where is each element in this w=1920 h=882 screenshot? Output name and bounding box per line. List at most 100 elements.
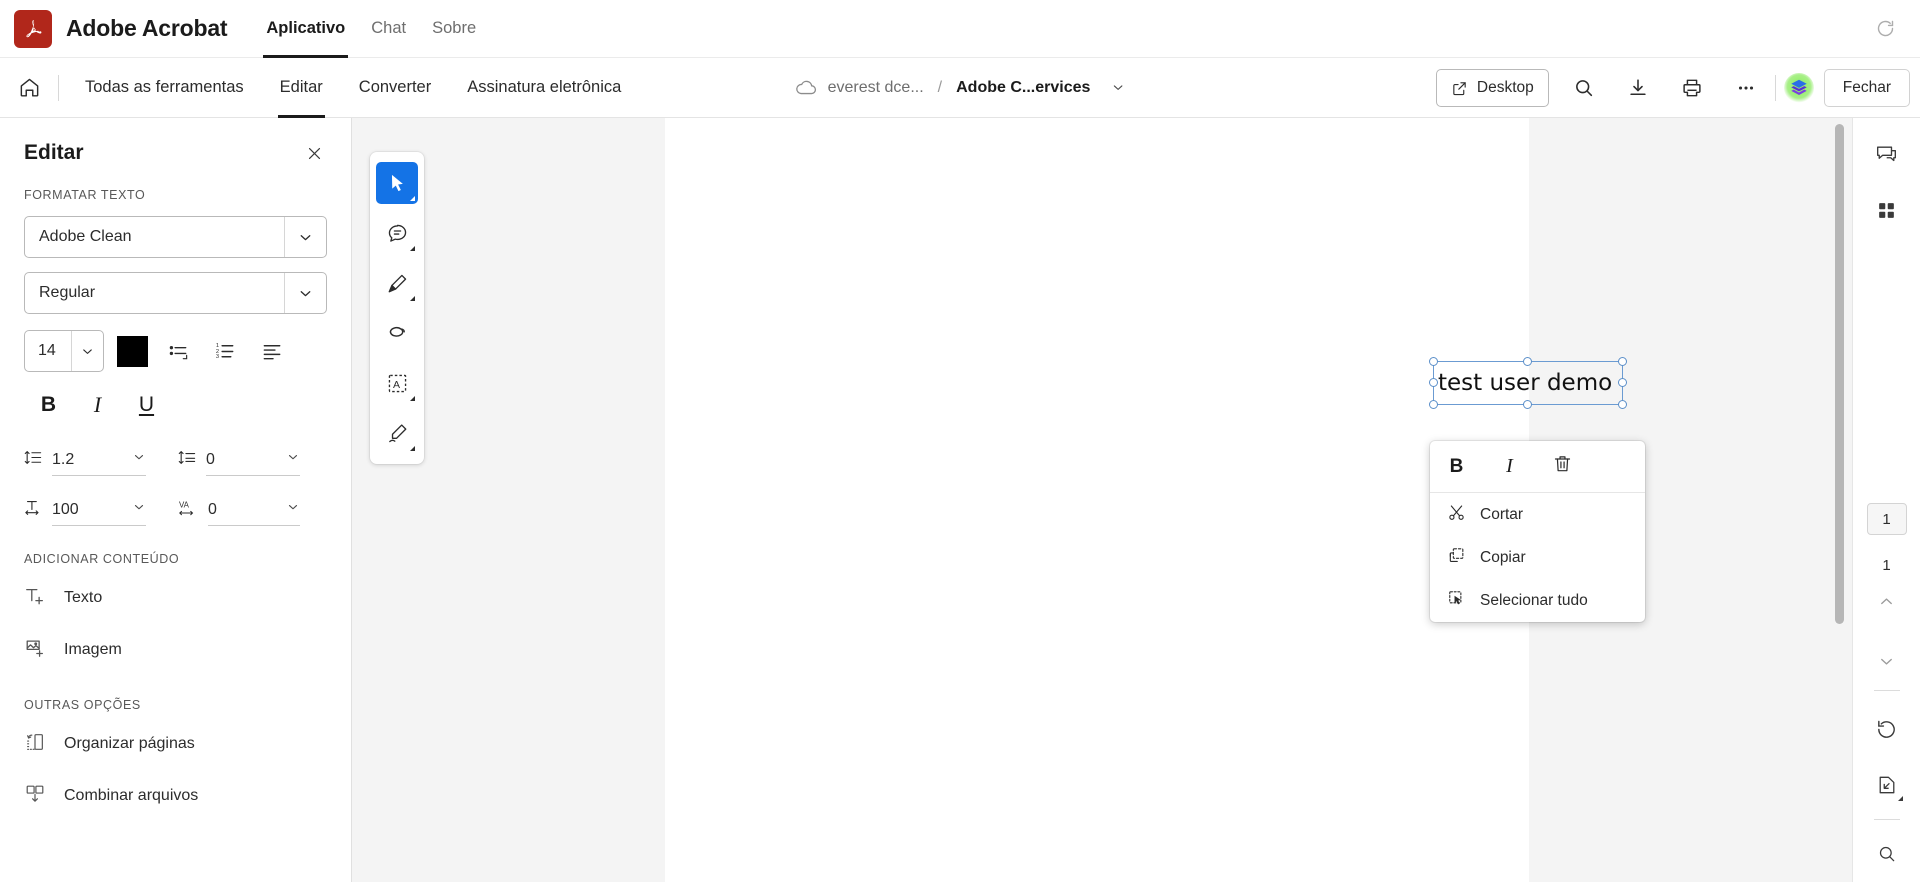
- rotate-icon[interactable]: [1865, 707, 1909, 751]
- ctx-italic-button[interactable]: I: [1483, 441, 1536, 493]
- tab-editar[interactable]: Editar: [262, 58, 341, 118]
- resize-handle-bottom-right[interactable]: [1618, 400, 1627, 409]
- add-text-icon: [24, 585, 46, 612]
- select-cursor-icon[interactable]: [376, 162, 418, 204]
- selected-text-object[interactable]: test user demo: [1429, 357, 1627, 409]
- page-thumbnails-icon[interactable]: [1865, 188, 1909, 232]
- horizontal-scale-input[interactable]: 100: [52, 494, 146, 526]
- paragraph-spacing-value: 0: [206, 450, 215, 468]
- sign-pen-icon[interactable]: [376, 412, 418, 454]
- zoom-control-icon[interactable]: [1865, 832, 1909, 876]
- refresh-icon[interactable]: [1868, 12, 1902, 46]
- numbered-list-icon[interactable]: 123: [208, 334, 242, 368]
- paragraph-spacing-field[interactable]: 0: [178, 444, 300, 476]
- document-scrollbar-thumb[interactable]: [1835, 124, 1844, 624]
- document-scrollbar-track[interactable]: [1835, 118, 1848, 882]
- add-image-item[interactable]: Imagem: [0, 624, 351, 676]
- current-page-input[interactable]: 1: [1866, 503, 1907, 535]
- annotation-toolstrip: A: [370, 152, 424, 464]
- selected-text-content: test user demo: [1438, 370, 1613, 396]
- spacing-row-2: 100 VA 0: [24, 494, 327, 526]
- resize-handle-top-left[interactable]: [1429, 357, 1438, 366]
- brand-nav-aplicativo[interactable]: Aplicativo: [253, 0, 358, 58]
- tool-caret: [410, 246, 415, 251]
- total-pages-label: 1: [1882, 557, 1891, 574]
- resize-handle-bottom-center[interactable]: [1523, 400, 1532, 409]
- breadcrumb-filename[interactable]: Adobe C...ervices: [956, 79, 1090, 97]
- brand-nav-sobre[interactable]: Sobre: [419, 0, 489, 58]
- letter-spacing-value: 0: [208, 500, 217, 518]
- font-size-row: 14 123: [24, 330, 327, 372]
- bulleted-list-icon[interactable]: [161, 334, 195, 368]
- format-controls: Adobe Clean Regular 14 1 2 3 B I U 1.2 0…: [0, 216, 351, 526]
- horizontal-scale-field[interactable]: 100: [24, 494, 146, 526]
- tab-assinatura-eletronica[interactable]: Assinatura eletrônica: [449, 58, 639, 118]
- home-icon[interactable]: [8, 67, 50, 109]
- ctx-copy-item[interactable]: Copiar: [1430, 536, 1645, 579]
- ctx-copy-label: Copiar: [1480, 548, 1526, 566]
- other-options-label: OUTRAS OPÇÕES: [24, 698, 141, 712]
- breadcrumb-folder[interactable]: everest dce...: [828, 79, 924, 97]
- user-avatar-icon[interactable]: [1783, 73, 1814, 103]
- brand-nav-chat[interactable]: Chat: [358, 0, 419, 58]
- tool-caret: [410, 396, 415, 401]
- combine-files-label: Combinar arquivos: [64, 787, 199, 804]
- search-icon[interactable]: [1563, 67, 1605, 109]
- comment-panel-icon[interactable]: [1865, 132, 1909, 176]
- desktop-button-label: Desktop: [1476, 79, 1534, 96]
- ctx-select-all-item[interactable]: Selecionar tudo: [1430, 579, 1645, 622]
- organize-pages-item[interactable]: Organizar páginas: [0, 718, 351, 770]
- resize-handle-bottom-left[interactable]: [1429, 400, 1438, 409]
- text-color-swatch[interactable]: [117, 335, 148, 367]
- edit-panel: Editar FORMATAR TEXTO Adobe Clean Regula…: [0, 118, 352, 882]
- lasso-draw-icon[interactable]: [376, 312, 418, 354]
- previous-page-button[interactable]: [1867, 584, 1907, 618]
- italic-button[interactable]: I: [73, 384, 122, 426]
- line-spacing-field[interactable]: 1.2: [24, 444, 146, 476]
- bold-button[interactable]: B: [24, 384, 73, 426]
- fit-page-icon[interactable]: [1865, 763, 1909, 807]
- tab-converter[interactable]: Converter: [341, 58, 449, 118]
- resize-handle-top-center[interactable]: [1523, 357, 1532, 366]
- font-size-value: 14: [38, 342, 56, 359]
- add-text-item[interactable]: Texto: [0, 572, 351, 624]
- highlighter-icon[interactable]: [376, 262, 418, 304]
- ctx-cut-item[interactable]: Cortar: [1430, 493, 1645, 536]
- next-page-button[interactable]: [1867, 644, 1907, 678]
- horizontal-scale-icon: [24, 498, 43, 522]
- resize-handle-top-right[interactable]: [1618, 357, 1627, 366]
- font-style-value: Regular: [39, 284, 96, 301]
- line-spacing-input[interactable]: 1.2: [52, 444, 146, 476]
- tool-tabs: Todas as ferramentas Editar Converter As…: [67, 58, 639, 118]
- font-size-select[interactable]: 14: [24, 330, 104, 372]
- paragraph-spacing-input[interactable]: 0: [206, 444, 300, 476]
- document-viewport[interactable]: test user demo B I Cortar Copiar Selecio…: [352, 118, 1852, 882]
- edit-panel-header: Editar: [0, 118, 351, 166]
- download-icon[interactable]: [1617, 67, 1659, 109]
- ctx-bold-button[interactable]: B: [1430, 441, 1483, 493]
- comment-icon[interactable]: [376, 212, 418, 254]
- cut-icon: [1447, 503, 1466, 527]
- underline-button[interactable]: U: [122, 384, 171, 426]
- close-icon[interactable]: [301, 140, 327, 166]
- desktop-button[interactable]: Desktop: [1435, 69, 1549, 107]
- resize-handle-middle-right[interactable]: [1618, 378, 1627, 387]
- more-options-icon[interactable]: [1725, 67, 1767, 109]
- font-family-select[interactable]: Adobe Clean: [24, 216, 327, 258]
- chevron-down-icon[interactable]: [1110, 80, 1125, 95]
- letter-spacing-field[interactable]: VA 0: [178, 494, 300, 526]
- breadcrumb: everest dce... / Adobe C...ervices: [795, 79, 1126, 97]
- tab-todas-as-ferramentas[interactable]: Todas as ferramentas: [67, 58, 262, 118]
- ctx-delete-button[interactable]: [1536, 441, 1589, 493]
- font-style-select[interactable]: Regular: [24, 272, 327, 314]
- letter-spacing-input[interactable]: 0: [208, 494, 300, 526]
- resize-handle-middle-left[interactable]: [1429, 378, 1438, 387]
- breadcrumb-separator: /: [937, 78, 943, 96]
- combine-files-item[interactable]: Combinar arquivos: [0, 770, 351, 822]
- pdf-page[interactable]: test user demo B I Cortar Copiar Selecio…: [665, 118, 1645, 882]
- text-select-icon[interactable]: A: [376, 362, 418, 404]
- print-icon[interactable]: [1671, 67, 1713, 109]
- close-document-button[interactable]: Fechar: [1823, 69, 1910, 107]
- brand-title: Adobe Acrobat: [66, 15, 228, 41]
- text-align-icon[interactable]: [255, 334, 289, 368]
